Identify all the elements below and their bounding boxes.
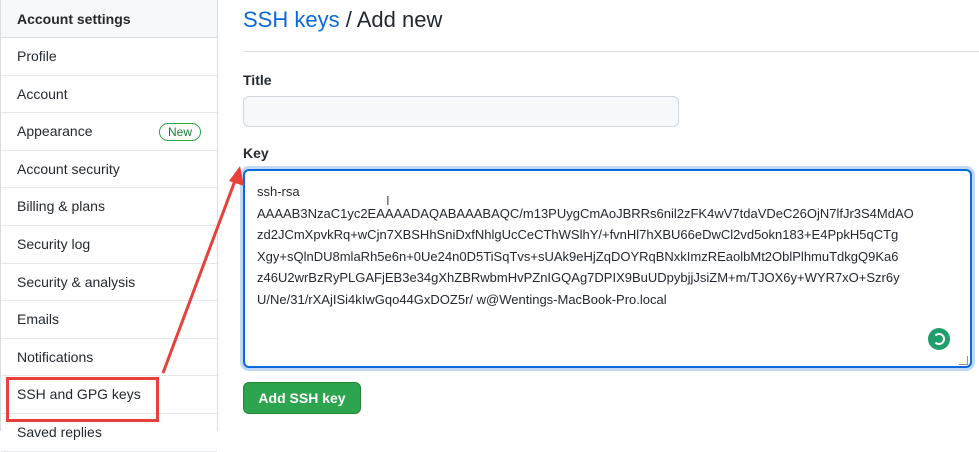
page-title: Add new — [356, 7, 443, 32]
key-line: zd2JCmXpvkRq+wCjn7XBSHhSniDxfNhlgUcCeCTh… — [257, 227, 899, 242]
sidebar-item-notifications[interactable]: Notifications — [1, 339, 217, 377]
header-divider — [243, 51, 979, 52]
sidebar-item-security-log[interactable]: Security log — [1, 226, 217, 264]
sidebar-item-label: Security & analysis — [17, 273, 136, 290]
sidebar-item-label: Profile — [17, 48, 57, 64]
title-label: Title — [243, 72, 272, 88]
new-badge: New — [158, 123, 201, 142]
sidebar-item-account[interactable]: Account — [1, 76, 217, 114]
sidebar-item-label: Account security — [17, 160, 120, 177]
key-textarea[interactable]: ssh-rsa AAAAB3NzaC1yc2EAAAADAQABAAABAQC/… — [243, 169, 972, 368]
key-line: AAAAB3NzaC1yc2EAAAADAQABAAABAQC/m13PUygC… — [257, 205, 914, 221]
breadcrumb: SSH keys / Add new — [243, 6, 442, 34]
loading-spinner-icon — [928, 328, 950, 350]
key-line: Xgy+sQlnDU8mlaRh5e6n+0Ue24n0D5TiSqTvs+sU… — [257, 248, 899, 264]
sidebar-header: Account settings — [1, 0, 217, 38]
sidebar-item-account-security[interactable]: Account security — [1, 151, 217, 189]
sidebar-item-security-analysis[interactable]: Security & analysis — [1, 264, 217, 302]
sidebar-item-label: Account — [17, 85, 68, 102]
sidebar-item-billing[interactable]: Billing & plans — [1, 188, 217, 226]
sidebar-item-label: Notifications — [17, 348, 94, 365]
text-cursor-icon: I — [386, 193, 390, 208]
sidebar-item-label: Billing & plans — [17, 198, 105, 215]
sidebar-item-label: Emails — [17, 311, 60, 328]
key-line: ssh-rsa — [257, 184, 300, 199]
sidebar-item-label: Saved replies — [17, 423, 102, 440]
breadcrumb-separator: / — [345, 7, 352, 32]
settings-sidebar: Account settings Profile Account Appeara… — [0, 0, 218, 452]
sidebar-item-appearance[interactable]: Appearance New — [1, 113, 217, 151]
sidebar-item-label: Appearance — [17, 123, 93, 140]
title-input[interactable] — [243, 96, 679, 127]
add-ssh-key-button[interactable]: Add SSH key — [243, 382, 361, 414]
annotation-highlight-box — [6, 377, 159, 422]
sidebar-item-label: Security log — [17, 235, 91, 252]
breadcrumb-ssh-keys-link[interactable]: SSH keys — [243, 7, 340, 32]
key-label: Key — [243, 145, 269, 161]
resize-grip-icon[interactable] — [959, 356, 968, 365]
key-line: U/Ne/31/rXAjISi4kIwGqo44GxDOZ5r/ w@Wenti… — [257, 291, 667, 307]
key-line: z46U2wrBzRyPLGAFjEB3e34gXhZBRwbmHvPZnIGQ… — [257, 270, 900, 285]
sidebar-item-emails[interactable]: Emails — [1, 301, 217, 339]
sidebar-item-profile[interactable]: Profile — [1, 38, 217, 76]
